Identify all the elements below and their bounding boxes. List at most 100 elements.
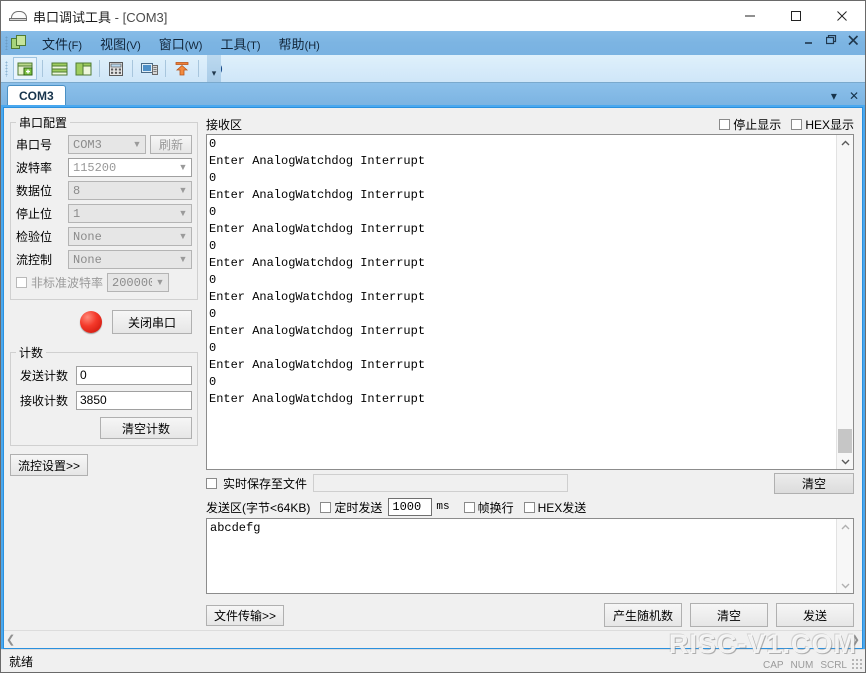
hex-send-checkbox[interactable] xyxy=(523,501,535,513)
receive-area[interactable]: 0 Enter AnalogWatchdog Interrupt 0 Enter… xyxy=(206,134,854,470)
serial-config-legend: 串口配置 xyxy=(19,116,68,130)
flowcontrol-row: 流控制 None ▼ xyxy=(16,249,192,270)
tile-vertical-icon[interactable] xyxy=(72,58,94,79)
menu-item-window[interactable]: 窗口(W) xyxy=(150,32,212,55)
hex-display-checkbox[interactable] xyxy=(791,118,803,130)
send-interval-field[interactable]: 1000 xyxy=(388,498,433,516)
send-scroll-down-button[interactable] xyxy=(837,577,853,593)
tab-list-dropdown-icon[interactable]: ▾ xyxy=(831,89,837,103)
clear-counters-button[interactable]: 清空计数 xyxy=(100,417,192,439)
save-path-field[interactable] xyxy=(313,474,569,492)
nonstandard-baud-checkbox[interactable] xyxy=(16,277,27,288)
resize-grip[interactable] xyxy=(851,658,863,670)
databits-row: 数据位 8 ▼ xyxy=(16,180,192,201)
nonstandard-baud-row: 非标准波特率 200000 ▼ xyxy=(16,272,192,293)
stop-display-checkbox-group[interactable]: 停止显示 xyxy=(719,116,781,133)
send-scroll-up-button[interactable] xyxy=(837,519,853,535)
random-data-button[interactable]: 产生随机数 xyxy=(604,603,682,627)
send-interval-unit: ms xyxy=(436,501,450,513)
port-select[interactable]: COM3 ▼ xyxy=(68,135,146,154)
recv-count-label: 接收计数 xyxy=(20,393,69,408)
new-window-icon[interactable] xyxy=(13,57,37,80)
baudrate-select[interactable]: 115200 ▼ xyxy=(68,158,192,177)
send-title: 发送区(字节<64KB) xyxy=(206,500,311,515)
hex-display-checkbox-group[interactable]: HEX显示 xyxy=(791,116,854,133)
refresh-ports-button[interactable]: 刷新 xyxy=(150,135,192,154)
close-port-button[interactable]: 关闭串口 xyxy=(112,310,192,334)
com3-child-window: 串口配置 串口号 COM3 ▼ 刷新 波特率 115200 ▼ 数据位 8 ▼ … xyxy=(3,107,863,649)
receive-text[interactable]: 0 Enter AnalogWatchdog Interrupt 0 Enter… xyxy=(207,135,836,469)
maximize-button[interactable] xyxy=(773,1,819,31)
close-button[interactable] xyxy=(819,1,865,31)
nonstandard-baud-select[interactable]: 200000 ▼ xyxy=(107,273,170,292)
window-controls xyxy=(727,1,865,31)
receive-scroll-up-button[interactable] xyxy=(837,135,853,151)
menu-item-view[interactable]: 视图(V) xyxy=(91,32,150,55)
send-button[interactable]: 发送 xyxy=(776,603,854,627)
receive-scroll-down-button[interactable] xyxy=(837,453,853,469)
menu-item-view-label: 视图 xyxy=(100,36,127,52)
flow-settings-label: 流控设置>> xyxy=(17,458,81,473)
window-title-document: - [COM3] xyxy=(114,9,168,25)
menu-item-file[interactable]: 文件(F) xyxy=(33,32,91,55)
clear-receive-button[interactable]: 清空 xyxy=(774,472,854,494)
hex-send-checkbox-group[interactable]: HEX发送 xyxy=(523,499,587,516)
recv-count-field[interactable]: 3850 xyxy=(76,390,192,410)
toolbar-overflow-button[interactable]: ▾ xyxy=(207,55,221,82)
menu-item-file-mnemonic: (F) xyxy=(68,39,83,52)
mdi-close-button[interactable] xyxy=(847,34,860,47)
child-window-body: 串口配置 串口号 COM3 ▼ 刷新 波特率 115200 ▼ 数据位 8 ▼ … xyxy=(4,108,862,630)
toolbar-separator xyxy=(198,60,199,77)
parity-select[interactable]: None ▼ xyxy=(68,227,192,246)
receive-title: 接收区 xyxy=(206,117,243,132)
menu-item-window-label: 窗口 xyxy=(158,36,185,52)
hscroll-right-button[interactable]: ❯ xyxy=(851,633,860,646)
send-count-label: 发送计数 xyxy=(20,368,69,383)
calculator-icon[interactable] xyxy=(105,58,127,79)
menu-item-tools[interactable]: 工具(T) xyxy=(211,32,269,55)
timed-send-checkbox[interactable] xyxy=(320,501,332,513)
timed-send-checkbox-group[interactable]: 定时发送 xyxy=(320,499,382,516)
send-count-field[interactable]: 0 xyxy=(76,365,192,385)
minimize-button[interactable] xyxy=(727,1,773,31)
child-horizontal-scrollbar[interactable]: ❮ ❯ xyxy=(4,630,862,648)
cascade-windows-icon xyxy=(11,35,27,51)
monitor-icon[interactable] xyxy=(138,58,160,79)
databits-select[interactable]: 8 ▼ xyxy=(68,181,192,200)
flowcontrol-select[interactable]: None ▼ xyxy=(68,250,192,269)
mdi-minimize-button[interactable] xyxy=(803,34,816,47)
send-interval-value: 1000 xyxy=(392,500,422,514)
tile-horizontal-icon[interactable] xyxy=(48,58,70,79)
toolbar-grip-handle[interactable] xyxy=(5,60,8,77)
tab-close-icon[interactable]: ✕ xyxy=(849,89,859,103)
receive-scrollbar[interactable] xyxy=(836,135,853,469)
menu-item-help[interactable]: 帮助(H) xyxy=(270,32,329,55)
stopbits-select[interactable]: 1 ▼ xyxy=(68,204,192,223)
port-status-led xyxy=(80,311,102,333)
receive-scroll-thumb[interactable] xyxy=(838,429,852,453)
stop-display-checkbox[interactable] xyxy=(719,118,731,130)
tab-com3[interactable]: COM3 xyxy=(7,85,66,105)
menu-bar: 文件(F) 视图(V) 窗口(W) 工具(T) 帮助(H) xyxy=(1,31,865,55)
file-transfer-button[interactable]: 文件传输>> xyxy=(206,604,284,626)
port-toggle-row: 关闭串口 xyxy=(10,307,198,337)
flow-settings-button[interactable]: 流控设置>> xyxy=(10,454,88,476)
upload-icon[interactable] xyxy=(171,58,193,79)
frame-newline-checkbox-group[interactable]: 帧换行 xyxy=(463,499,514,516)
receive-scroll-track[interactable] xyxy=(837,151,853,453)
send-scroll-track[interactable] xyxy=(837,535,853,577)
send-scrollbar[interactable] xyxy=(836,519,853,593)
chevron-down-icon: ▼ xyxy=(178,208,188,218)
recv-count-value: 3850 xyxy=(80,393,107,407)
realtime-save-checkbox[interactable] xyxy=(206,477,217,489)
hex-send-label: HEX发送 xyxy=(537,500,587,515)
send-area[interactable]: abcdefg xyxy=(206,518,854,594)
menu-grip-handle[interactable] xyxy=(5,36,8,50)
send-text[interactable]: abcdefg xyxy=(207,519,836,593)
clear-send-button[interactable]: 清空 xyxy=(690,603,768,627)
mdi-restore-button[interactable] xyxy=(825,34,838,47)
hscroll-left-button[interactable]: ❮ xyxy=(6,633,15,646)
clear-send-label: 清空 xyxy=(716,608,741,623)
serial-config-group: 串口配置 串口号 COM3 ▼ 刷新 波特率 115200 ▼ 数据位 8 ▼ … xyxy=(10,114,198,300)
frame-newline-checkbox[interactable] xyxy=(463,501,475,513)
